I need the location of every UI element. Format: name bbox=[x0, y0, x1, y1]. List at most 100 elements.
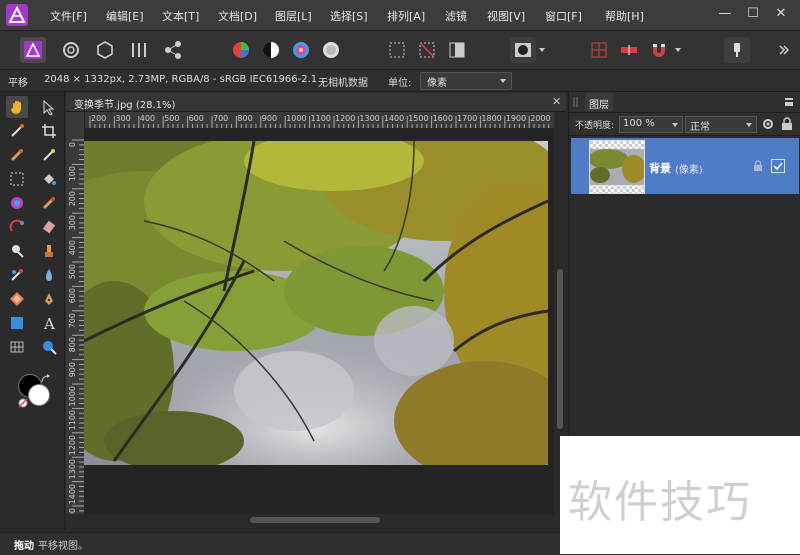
no-color-icon[interactable] bbox=[18, 398, 28, 408]
units-select[interactable]: 像素 bbox=[420, 72, 512, 90]
rectangle-tool-icon[interactable] bbox=[6, 312, 28, 334]
export-persona-icon[interactable] bbox=[160, 37, 186, 63]
menu-edit[interactable]: 编辑[E] bbox=[106, 8, 144, 24]
auto-contrast-icon[interactable] bbox=[258, 37, 284, 63]
view-tool-hand-icon[interactable] bbox=[6, 96, 28, 118]
menu-filters[interactable]: 滤镜 bbox=[445, 8, 467, 24]
menu-view[interactable]: 视图[V] bbox=[487, 8, 525, 24]
menu-help[interactable]: 帮助[H] bbox=[605, 8, 644, 24]
vertical-scroll-thumb[interactable] bbox=[557, 269, 563, 429]
erase-brush-tool-icon[interactable] bbox=[38, 216, 60, 238]
layer-settings-gear-icon[interactable] bbox=[761, 117, 775, 131]
marquee-tool-icon[interactable] bbox=[6, 168, 28, 190]
opacity-input[interactable]: 100 % bbox=[619, 116, 683, 133]
checkmark-icon bbox=[773, 162, 783, 171]
units-value: 像素 bbox=[427, 78, 447, 89]
develop-persona-icon[interactable] bbox=[92, 37, 118, 63]
auto-white-balance-icon[interactable] bbox=[318, 37, 344, 63]
ruler-label: 1200 bbox=[68, 434, 77, 456]
ruler-label: 2000 bbox=[530, 114, 551, 123]
svg-text:A: A bbox=[43, 315, 55, 331]
ruler-label: 1000 bbox=[286, 114, 307, 123]
maximize-button[interactable]: ☐ bbox=[744, 6, 762, 21]
watermark: 软件技巧 bbox=[560, 436, 800, 554]
shape-tool-icon[interactable] bbox=[6, 288, 28, 310]
zoom-tool-icon[interactable] bbox=[38, 336, 60, 358]
ruler-label: 1400 bbox=[68, 483, 77, 504]
ruler-label: 300 bbox=[68, 215, 77, 231]
image-info: 2048 × 1332px, 2.73MP, RGBA/8 - sRGB IEC… bbox=[44, 74, 318, 85]
crop-tool-icon[interactable] bbox=[38, 120, 60, 142]
menu-arrange[interactable]: 排列[A] bbox=[387, 8, 425, 24]
color-picker-tool-icon[interactable] bbox=[6, 120, 28, 142]
deselect-icon[interactable] bbox=[414, 37, 440, 63]
document-tab[interactable]: 变换季节.jpg (28.1%) ✕ bbox=[66, 93, 566, 112]
horizontal-scroll-thumb[interactable] bbox=[250, 517, 380, 523]
lock-icon[interactable] bbox=[781, 117, 793, 131]
horizontal-scrollbar[interactable] bbox=[84, 514, 554, 526]
liquify-persona-icon[interactable] bbox=[58, 37, 84, 63]
quick-mask-icon[interactable] bbox=[510, 37, 536, 63]
quick-mask-dropdown-icon[interactable] bbox=[536, 37, 548, 63]
blur-brush-tool-icon[interactable] bbox=[38, 264, 60, 286]
menu-document[interactable]: 文档[D] bbox=[218, 8, 257, 24]
menu-text[interactable]: 文本[T] bbox=[162, 8, 199, 24]
mesh-warp-tool-icon[interactable] bbox=[6, 336, 28, 358]
ruler-label: 600 bbox=[188, 114, 204, 123]
close-window-button[interactable]: ✕ bbox=[772, 6, 790, 21]
tab-layers-label: 图层 bbox=[589, 100, 609, 111]
ruler-label: 1300 bbox=[68, 459, 77, 480]
app-logo bbox=[6, 4, 28, 26]
blend-mode-select[interactable]: 正常 bbox=[685, 116, 757, 133]
gradient-tool-icon[interactable] bbox=[6, 192, 28, 214]
layer-visibility-checkbox[interactable] bbox=[771, 159, 785, 173]
blend-mode-value: 正常 bbox=[690, 122, 710, 133]
ruler-label: 1300 bbox=[359, 114, 380, 123]
camera-data: 无相机数据 bbox=[318, 78, 368, 89]
dodge-tool-icon[interactable] bbox=[6, 240, 28, 262]
snapping-magnet-icon[interactable] bbox=[646, 37, 672, 63]
panel-grip-icon[interactable] bbox=[573, 96, 579, 108]
tab-layers[interactable]: 图层 bbox=[585, 93, 613, 111]
menu-file[interactable]: 文件[F] bbox=[50, 8, 87, 24]
assistant-icon[interactable] bbox=[724, 37, 750, 63]
flood-fill-tool-icon[interactable] bbox=[38, 168, 60, 190]
auto-levels-icon[interactable] bbox=[228, 37, 254, 63]
horizontal-ruler[interactable]: 200 300 400 500 600 700 800 900 1000 1100 1200 1300… bbox=[84, 112, 554, 129]
photo-persona-button[interactable] bbox=[20, 37, 46, 63]
menu-select[interactable]: 选择[S] bbox=[330, 8, 368, 24]
tone-mapping-persona-icon[interactable] bbox=[126, 37, 152, 63]
ruler-label: 900 bbox=[68, 361, 77, 377]
vertical-ruler[interactable]: 0 100 200 300 400 500 600 700 800 900 1000 1100 1200… bbox=[66, 112, 85, 514]
layer-row-background[interactable]: 背景 (像素) bbox=[571, 138, 799, 194]
text-tool-icon[interactable]: A bbox=[38, 312, 60, 334]
ruler-label: 800 bbox=[68, 337, 77, 353]
color-replacement-tool-icon[interactable] bbox=[6, 216, 28, 238]
context-tool-name: 平移 bbox=[8, 78, 28, 89]
auto-colors-icon[interactable] bbox=[288, 37, 314, 63]
secondary-color-swatch[interactable] bbox=[28, 384, 50, 406]
toolbar-overflow-icon[interactable] bbox=[776, 37, 792, 63]
panel-menu-icon[interactable] bbox=[783, 97, 795, 107]
snapping-grid-icon[interactable] bbox=[586, 37, 612, 63]
paint-brush-tool-icon[interactable] bbox=[38, 192, 60, 214]
magic-wand-tool-icon[interactable] bbox=[38, 144, 60, 166]
snapping-dropdown-icon[interactable] bbox=[672, 37, 684, 63]
document-canvas[interactable] bbox=[84, 129, 554, 514]
clone-brush-tool-icon[interactable] bbox=[38, 240, 60, 262]
minimize-button[interactable]: — bbox=[716, 6, 734, 21]
selection-mode-icon[interactable] bbox=[384, 37, 410, 63]
close-document-button[interactable]: ✕ bbox=[552, 95, 561, 108]
menu-layer[interactable]: 图层[L] bbox=[275, 8, 312, 24]
layer-lock-icon[interactable] bbox=[753, 160, 763, 172]
ruler-label: 1800 bbox=[481, 114, 502, 123]
menu-window[interactable]: 窗口[F] bbox=[545, 8, 582, 24]
ruler-label: 700 bbox=[213, 114, 229, 123]
snapping-guides-icon[interactable] bbox=[616, 37, 642, 63]
selection-brush-tool-icon[interactable] bbox=[6, 144, 28, 166]
invert-selection-icon[interactable] bbox=[444, 37, 470, 63]
healing-brush-tool-icon[interactable] bbox=[6, 264, 28, 286]
pen-tool-icon[interactable] bbox=[38, 288, 60, 310]
move-tool-icon[interactable] bbox=[38, 96, 60, 118]
swap-colors-icon[interactable] bbox=[40, 374, 50, 384]
